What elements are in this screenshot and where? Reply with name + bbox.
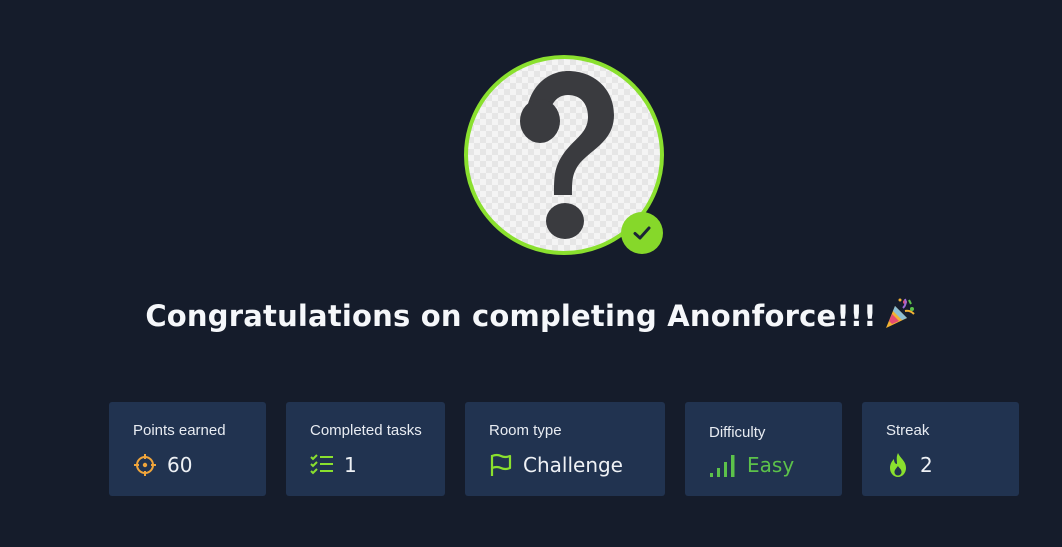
- stat-value-tasks: 1: [344, 453, 357, 477]
- signal-bars-icon: [709, 453, 739, 477]
- stat-label: Points earned: [133, 422, 226, 439]
- stat-card-tasks: Completed tasks 1: [286, 402, 445, 496]
- stat-label: Completed tasks: [310, 422, 422, 439]
- stat-value-streak: 2: [920, 453, 933, 477]
- flag-icon: [489, 453, 513, 477]
- flame-icon: [886, 453, 910, 477]
- stat-label: Difficulty: [709, 424, 766, 441]
- completion-page: Congratulations on completing Anonforce!…: [0, 0, 1062, 547]
- target-icon: [133, 453, 157, 477]
- stat-card-streak: Streak 2: [862, 402, 1019, 496]
- page-title: Congratulations on completing Anonforce!…: [0, 296, 1062, 337]
- stat-label: Streak: [886, 422, 930, 439]
- checklist-icon: [310, 453, 334, 477]
- completed-check-badge: [621, 212, 663, 254]
- stat-label: Room type: [489, 422, 562, 439]
- check-icon: [633, 226, 651, 240]
- stat-card-points: Points earned 60: [109, 402, 266, 496]
- stat-card-difficulty: Difficulty Easy: [685, 402, 842, 496]
- room-avatar: [464, 55, 664, 255]
- stat-value-points: 60: [167, 453, 193, 477]
- party-popper-icon: [883, 296, 917, 337]
- congratulations-text: Congratulations on completing Anonforce!…: [145, 299, 877, 333]
- stat-value-room-type: Challenge: [523, 453, 623, 477]
- stat-card-room-type: Room type Challenge: [465, 402, 665, 496]
- stat-value-difficulty: Easy: [747, 453, 795, 477]
